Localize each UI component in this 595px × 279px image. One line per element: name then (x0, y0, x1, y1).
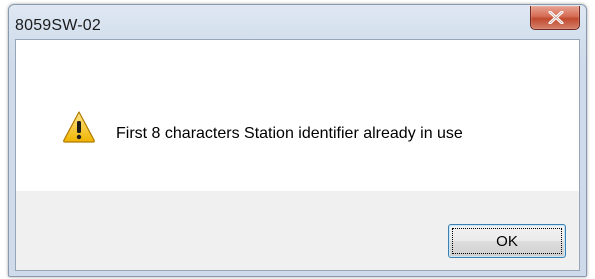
dialog-body: First 8 characters Station identifier al… (15, 39, 580, 271)
ok-button-label: OK (452, 228, 562, 254)
message-dialog: 8059SW-02 First 8 characters Station ide… (8, 4, 587, 277)
window-title: 8059SW-02 (15, 17, 102, 34)
warning-icon (63, 111, 95, 143)
ok-button[interactable]: OK (448, 224, 566, 258)
close-button[interactable] (530, 6, 580, 30)
message-text: First 8 characters Station identifier al… (116, 125, 463, 142)
close-icon (548, 11, 564, 24)
message-area: First 8 characters Station identifier al… (16, 40, 579, 191)
